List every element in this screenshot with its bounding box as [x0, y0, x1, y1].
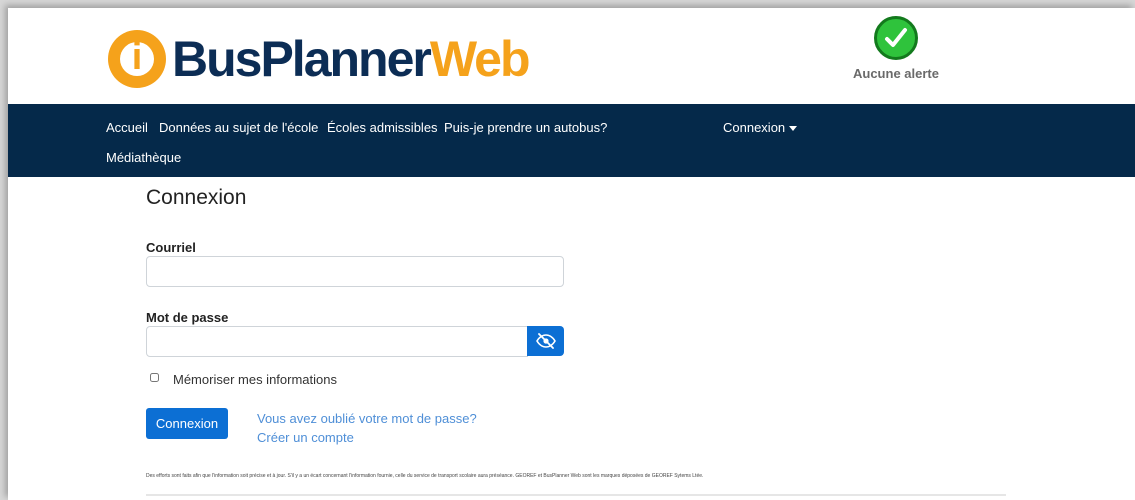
main-navbar: Accueil Données au sujet de l'école Écol…: [8, 104, 1135, 177]
logo-text-primary: BusPlanner: [172, 31, 432, 87]
caret-down-icon: [789, 126, 798, 132]
create-account-link[interactable]: Créer un compte: [257, 430, 354, 445]
password-field[interactable]: [146, 326, 528, 357]
alert-label: Aucune alerte: [853, 66, 939, 81]
nav-item-donnees-ecole[interactable]: Données au sujet de l'école: [159, 120, 318, 135]
logo-text-accent: Web: [429, 31, 531, 87]
alert-status[interactable]: Aucune alerte: [846, 16, 946, 81]
nav-item-ecoles-admissibles[interactable]: Écoles admissibles: [327, 120, 438, 135]
eye-slash-icon: [535, 333, 556, 349]
password-label: Mot de passe: [146, 310, 229, 325]
footer-divider: [146, 494, 1006, 496]
nav-item-accueil[interactable]: Accueil: [106, 120, 148, 135]
logo-mark-letter: i: [131, 36, 143, 78]
login-button[interactable]: Connexion: [146, 408, 228, 439]
nav-item-mediatheque[interactable]: Médiathèque: [106, 150, 181, 165]
nav-connexion-label: Connexion: [723, 120, 786, 135]
nav-item-puis-je-prendre-autobus[interactable]: Puis-je prendre un autobus?: [444, 120, 607, 135]
toggle-password-visibility-button[interactable]: [527, 326, 564, 356]
email-label: Courriel: [146, 240, 196, 255]
page: i BusPlannerWeb Aucune alerte Accueil Do…: [8, 8, 1135, 500]
remember-me-label[interactable]: Mémoriser mes informations: [173, 372, 337, 387]
email-field[interactable]: [146, 256, 564, 287]
forgot-password-link[interactable]: Vous avez oublié votre mot de passe?: [257, 411, 477, 426]
busplanner-logo[interactable]: i BusPlannerWeb: [108, 24, 531, 94]
logo-wordmark: BusPlannerWeb: [172, 31, 531, 87]
nav-connexion-dropdown[interactable]: Connexion: [723, 120, 798, 135]
remember-me-checkbox[interactable]: [150, 373, 159, 382]
check-circle-icon: [874, 16, 918, 60]
logo-mark-icon: i: [108, 30, 166, 88]
disclaimer-text: Des efforts sont faits afin que l'inform…: [146, 473, 704, 479]
page-title: Connexion: [146, 186, 247, 209]
